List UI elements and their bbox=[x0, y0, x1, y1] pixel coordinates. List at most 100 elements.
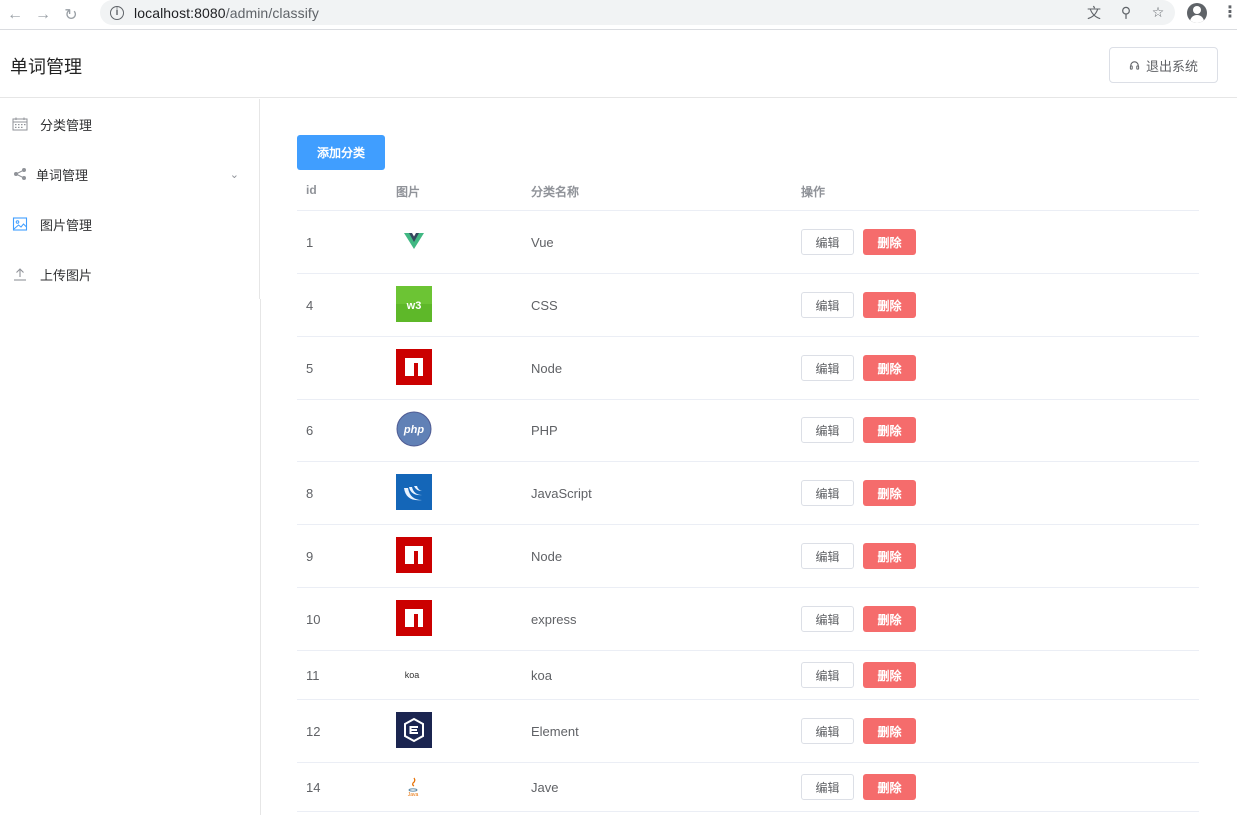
cell-name: Vue bbox=[531, 235, 554, 250]
sidebar-item-pictures[interactable]: 图片管理 bbox=[0, 199, 259, 249]
vue-logo-icon bbox=[404, 233, 424, 249]
app-header: 单词管理 退出系统 bbox=[0, 31, 1237, 98]
sidebar-item-label: 分类管理 bbox=[40, 117, 93, 133]
table-row: 14 Java Jave 编辑 删除 bbox=[297, 763, 1199, 812]
url-host: localhost:8080 bbox=[134, 4, 226, 21]
npm-logo-icon bbox=[396, 537, 432, 573]
delete-button[interactable]: 删除 bbox=[863, 543, 916, 569]
sidebar: 分类管理 单词管理 ⌄ 图片管理 上传图片 bbox=[0, 99, 260, 299]
share-icon bbox=[14, 168, 26, 180]
npm-logo-icon bbox=[396, 600, 432, 636]
table-row: 6 php PHP 编辑 删除 bbox=[297, 400, 1199, 462]
delete-button[interactable]: 删除 bbox=[863, 355, 916, 381]
column-header-name: 分类名称 bbox=[531, 185, 580, 199]
address-bar[interactable]: i localhost:8080/admin/classify 文 ⚲ ☆ bbox=[100, 0, 1175, 25]
table-row: 11 koa koa 编辑 删除 bbox=[297, 651, 1199, 700]
php-logo-icon: php bbox=[396, 411, 432, 447]
svg-text:w3: w3 bbox=[406, 300, 422, 312]
cell-id: 1 bbox=[306, 235, 314, 250]
cell-id: 8 bbox=[306, 486, 314, 501]
table-header: id 图片 分类名称 操作 bbox=[297, 170, 1199, 211]
jquery-logo-icon bbox=[396, 474, 432, 510]
table-row: 5 Node 编辑 删除 bbox=[297, 337, 1199, 400]
cell-name: Element bbox=[531, 724, 579, 739]
zoom-icon[interactable]: ⚲ bbox=[1117, 4, 1135, 21]
sidebar-item-label: 单词管理 bbox=[36, 167, 89, 183]
sidebar-item-label: 上传图片 bbox=[40, 267, 93, 283]
url-text[interactable]: localhost:8080/admin/classify bbox=[134, 5, 319, 21]
edit-button[interactable]: 编辑 bbox=[801, 718, 854, 744]
table-row: 12 Element 编辑 删除 bbox=[297, 700, 1199, 763]
cell-id: 6 bbox=[306, 423, 314, 438]
reload-icon[interactable]: ↻ bbox=[60, 4, 82, 26]
edit-button[interactable]: 编辑 bbox=[801, 606, 854, 632]
chevron-down-icon[interactable]: ⌄ bbox=[230, 168, 239, 181]
column-header-actions: 操作 bbox=[801, 185, 826, 199]
edit-button[interactable]: 编辑 bbox=[801, 417, 854, 443]
add-category-button[interactable]: 添加分类 bbox=[297, 135, 385, 170]
cell-name: CSS bbox=[531, 298, 558, 313]
css3-logo-icon: w3 bbox=[396, 286, 432, 322]
sidebar-divider bbox=[260, 299, 261, 815]
column-header-image: 图片 bbox=[396, 185, 421, 199]
star-icon[interactable]: ☆ bbox=[1149, 4, 1167, 21]
sidebar-item-words[interactable]: 单词管理 ⌄ bbox=[0, 149, 259, 199]
table-row: 9 Node 编辑 删除 bbox=[297, 525, 1199, 588]
delete-button[interactable]: 删除 bbox=[863, 718, 916, 744]
delete-button[interactable]: 删除 bbox=[863, 774, 916, 800]
element-logo-icon bbox=[396, 712, 432, 748]
cell-name: koa bbox=[531, 668, 552, 683]
edit-button[interactable]: 编辑 bbox=[801, 229, 854, 255]
svg-text:koa: koa bbox=[405, 670, 420, 680]
more-menu-icon[interactable]: ⋮ bbox=[1222, 4, 1237, 22]
delete-button[interactable]: 删除 bbox=[863, 292, 916, 318]
browser-toolbar: ← → ↻ i localhost:8080/admin/classify 文 … bbox=[0, 0, 1237, 30]
cell-name: Jave bbox=[531, 780, 559, 795]
back-arrow-icon[interactable]: ← bbox=[4, 4, 26, 26]
calendar-icon bbox=[12, 117, 28, 131]
table-row: 8 JavaScript 编辑 删除 bbox=[297, 462, 1199, 525]
edit-button[interactable]: 编辑 bbox=[801, 292, 854, 318]
headset-icon bbox=[1129, 60, 1140, 70]
npm-logo-icon bbox=[396, 349, 432, 385]
cell-id: 10 bbox=[306, 612, 321, 627]
sidebar-item-label: 图片管理 bbox=[40, 217, 93, 233]
delete-button[interactable]: 删除 bbox=[863, 229, 916, 255]
edit-button[interactable]: 编辑 bbox=[801, 480, 854, 506]
cell-name: Node bbox=[531, 549, 563, 564]
cell-id: 12 bbox=[306, 724, 321, 739]
edit-button[interactable]: 编辑 bbox=[801, 543, 854, 569]
edit-button[interactable]: 编辑 bbox=[801, 774, 854, 800]
logout-label: 退出系统 bbox=[1145, 58, 1198, 74]
delete-button[interactable]: 删除 bbox=[863, 480, 916, 506]
java-logo-icon: Java bbox=[408, 777, 419, 798]
table-row: 4 w3 CSS 编辑 删除 bbox=[297, 274, 1199, 337]
delete-button[interactable]: 删除 bbox=[863, 606, 916, 632]
delete-button[interactable]: 删除 bbox=[863, 417, 916, 443]
table-row: 1 Vue 编辑 删除 bbox=[297, 211, 1199, 274]
sidebar-item-category[interactable]: 分类管理 bbox=[0, 99, 259, 149]
table-row: 10 express 编辑 删除 bbox=[297, 588, 1199, 651]
svg-text:Java: Java bbox=[408, 792, 419, 798]
profile-avatar-icon[interactable] bbox=[1187, 3, 1207, 23]
cell-name: JavaScript bbox=[531, 486, 592, 501]
info-icon[interactable]: i bbox=[110, 5, 124, 20]
delete-button[interactable]: 删除 bbox=[863, 662, 916, 688]
sidebar-item-upload[interactable]: 上传图片 bbox=[0, 249, 259, 299]
edit-button[interactable]: 编辑 bbox=[801, 355, 854, 381]
edit-button[interactable]: 编辑 bbox=[801, 662, 854, 688]
cell-id: 5 bbox=[306, 361, 314, 376]
koa-logo-icon: koa bbox=[405, 670, 420, 680]
cell-name: PHP bbox=[531, 423, 558, 438]
svg-text:php: php bbox=[403, 424, 424, 436]
category-table: id 图片 分类名称 操作 1 Vue 编辑 删除 4 w3 CSS 编辑 删除 bbox=[297, 170, 1199, 812]
url-path: /admin/classify bbox=[225, 4, 320, 21]
upload-icon bbox=[14, 268, 26, 281]
logout-button[interactable]: 退出系统 bbox=[1109, 47, 1218, 83]
cell-name: Node bbox=[531, 361, 563, 376]
picture-icon bbox=[12, 217, 28, 231]
translate-icon[interactable]: 文 bbox=[1085, 3, 1103, 23]
cell-id: 11 bbox=[306, 668, 320, 683]
cell-id: 4 bbox=[306, 298, 314, 313]
forward-arrow-icon[interactable]: → bbox=[32, 4, 54, 26]
